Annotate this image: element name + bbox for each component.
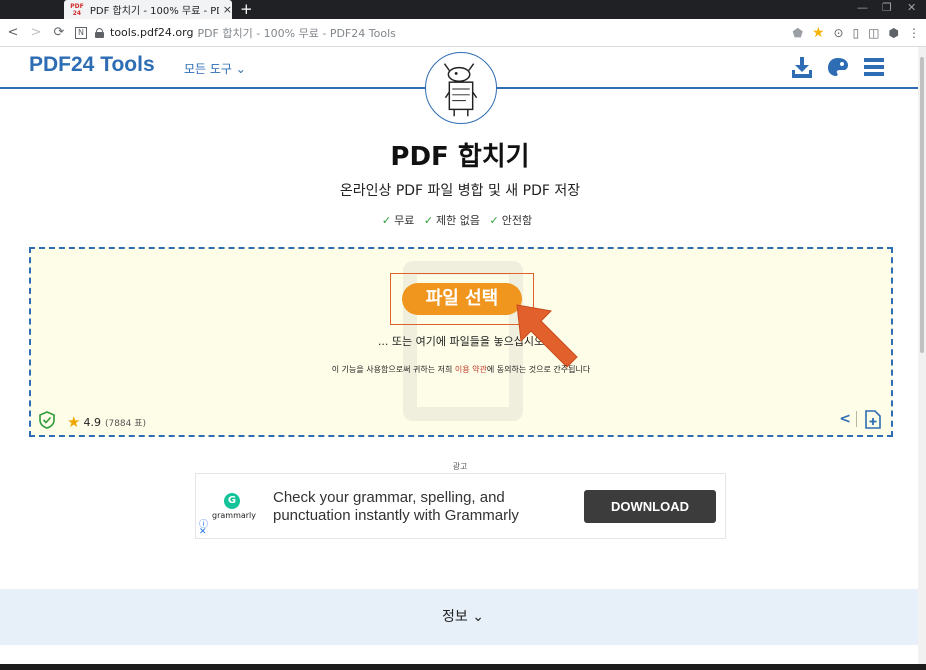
all-tools-menu[interactable]: 모든 도구 ⌄ bbox=[184, 60, 246, 77]
ad-label: 광고 bbox=[452, 462, 468, 471]
ad-copy[interactable]: Check your grammar, spelling, and punctu… bbox=[273, 489, 573, 525]
feature-free: 무료 bbox=[394, 214, 415, 227]
reader-icon[interactable]: ▯ bbox=[853, 26, 860, 40]
rating-value: 4.9 bbox=[83, 415, 101, 429]
advertisement[interactable]: G grammarly ⓘ ✕ Check your grammar, spel… bbox=[195, 473, 726, 539]
terms-notice: 이 기능을 사용함으로써 귀하는 저희 이용 약관에 동의하는 것으로 간주됩니… bbox=[331, 365, 591, 374]
extensions-icon[interactable]: ⬢ bbox=[889, 26, 899, 40]
drop-hint: ... 또는 여기에 파일들을 놓으십시오 bbox=[377, 335, 545, 348]
feature-list: ✓ 무료 ✓ 제한 없음 ✓ 안전함 bbox=[0, 212, 920, 228]
ad-download-button[interactable]: DOWNLOAD bbox=[584, 490, 716, 523]
feature-unlimited: 제한 없음 bbox=[436, 214, 481, 227]
url-page-title[interactable]: PDF 합치기 - 100% 무료 - PDF24 Tools bbox=[197, 25, 395, 41]
add-file-icon[interactable] bbox=[864, 410, 881, 429]
address-bar: < > ⟳ N tools.pdf24.org PDF 합치기 - 100% 무… bbox=[0, 19, 926, 47]
reload-icon[interactable]: ⟳ bbox=[49, 25, 69, 40]
rating-star-icon: ★ bbox=[67, 413, 81, 431]
forward-icon[interactable]: > bbox=[26, 25, 46, 40]
check-icon: ✓ bbox=[381, 214, 392, 227]
lock-icon[interactable] bbox=[95, 27, 104, 38]
tab-title: PDF 합치기 - 100% 무료 - PDF2 bbox=[89, 6, 219, 17]
bookmark-star-icon[interactable]: ★ bbox=[812, 25, 825, 41]
download-icon[interactable] bbox=[790, 55, 814, 79]
taskbar bbox=[0, 664, 926, 670]
terms-link[interactable]: 이용 약관 bbox=[455, 365, 487, 374]
sidebar-icon[interactable]: ◫ bbox=[868, 26, 879, 40]
check-icon: ✓ bbox=[489, 214, 499, 227]
info-toggle[interactable]: 정보 ⌄ bbox=[0, 589, 926, 645]
new-tab-button[interactable]: + bbox=[240, 1, 253, 17]
restore-icon[interactable]: ❐ bbox=[882, 1, 892, 14]
security-shield-icon[interactable] bbox=[39, 411, 55, 429]
page-subtitle: 온라인상 PDF 파일 병합 및 새 PDF 저장 bbox=[339, 183, 581, 199]
hamburger-menu-icon[interactable] bbox=[862, 55, 886, 79]
site-logo[interactable]: PDF24 Tools bbox=[29, 53, 155, 77]
browser-tab-bar: PDF 24 PDF 합치기 - 100% 무료 - PDF2 × + — ❐ … bbox=[0, 0, 926, 19]
grammarly-logo-icon: G bbox=[224, 493, 240, 509]
ad-brand: grammarly bbox=[212, 511, 257, 520]
close-window-icon[interactable]: ✕ bbox=[907, 1, 916, 14]
n-extension-icon[interactable]: N bbox=[75, 26, 87, 39]
file-drop-zone[interactable]: 파일 선택 ... 또는 여기에 파일들을 놓으십시오 이 기능을 사용함으로써… bbox=[29, 247, 893, 437]
menu-dots-icon[interactable]: ⋮ bbox=[908, 26, 920, 40]
ad-close-icon[interactable]: ✕ bbox=[199, 527, 207, 537]
palette-icon[interactable] bbox=[826, 55, 850, 79]
check-icon: ✓ bbox=[423, 214, 434, 227]
close-tab-icon[interactable]: × bbox=[223, 3, 232, 16]
mascot-logo[interactable] bbox=[425, 52, 497, 124]
url-host[interactable]: tools.pdf24.org bbox=[110, 26, 193, 39]
shield-extension-icon[interactable]: ⬟ bbox=[793, 26, 803, 40]
browser-tab[interactable]: PDF 24 PDF 합치기 - 100% 무료 - PDF2 × bbox=[64, 0, 232, 19]
rating[interactable]: ★ 4.9 (7884 표) bbox=[67, 413, 146, 431]
divider bbox=[856, 411, 857, 427]
scrollbar[interactable] bbox=[918, 47, 926, 664]
back-icon[interactable]: < bbox=[3, 25, 23, 40]
feature-secure: 안전함 bbox=[501, 214, 533, 227]
page-title: PDF 합치기 bbox=[390, 142, 530, 172]
pointer-arrow-icon bbox=[516, 304, 578, 368]
chevron-left-icon[interactable]: < bbox=[839, 411, 851, 427]
pdf24-favicon-icon: PDF 24 bbox=[70, 2, 84, 17]
camera-icon[interactable]: ⊙ bbox=[834, 26, 844, 40]
minimize-icon[interactable]: — bbox=[857, 1, 868, 14]
rating-votes: (7884 표) bbox=[104, 418, 147, 429]
scrollbar-thumb[interactable] bbox=[920, 57, 924, 353]
